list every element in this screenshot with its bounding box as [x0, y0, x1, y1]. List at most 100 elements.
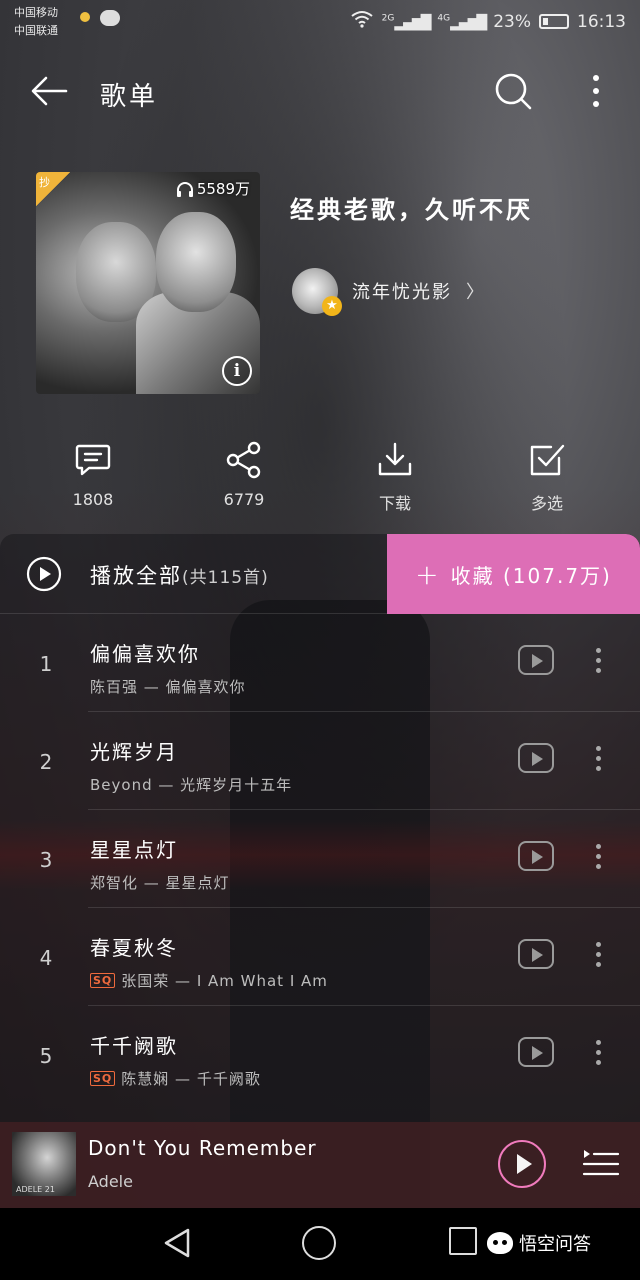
- song-artist-album: 郑智化 — 星星点灯: [90, 874, 230, 892]
- comment-count: 1808: [72, 490, 114, 509]
- mini-play-button[interactable]: [498, 1140, 546, 1188]
- download-label: 下载: [378, 494, 411, 513]
- song-index: 3: [39, 848, 53, 872]
- song-row[interactable]: 5 千千阙歌 SQ 陈慧娴 — 千千阙歌: [0, 1006, 640, 1104]
- more-vertical-icon: [593, 75, 599, 107]
- mv-play-button[interactable]: [518, 645, 554, 675]
- song-row[interactable]: 1 偏偏喜欢你 陈百强 — 偏偏喜欢你: [0, 614, 640, 712]
- song-artist-album: Beyond — 光辉岁月十五年: [90, 776, 293, 794]
- song-title: 偏偏喜欢你: [90, 642, 200, 666]
- action-bar: 1808 6779 下载 多选: [0, 440, 640, 520]
- playlist-title: 经典老歌，久听不厌: [290, 196, 533, 224]
- song-index: 4: [39, 946, 53, 970]
- song-artist-album: 陈慧娴 — 千千阙歌: [121, 1070, 261, 1088]
- creator-link[interactable]: ★ 流年忧光影 〉: [292, 266, 484, 316]
- song-subtitle: Beyond — 光辉岁月十五年: [90, 774, 292, 795]
- mv-play-button[interactable]: [518, 841, 554, 871]
- song-more-button[interactable]: [590, 746, 606, 776]
- play-all-bar: 播放全部(共115首) + 收藏 (107.7万): [0, 534, 640, 614]
- song-row[interactable]: 2 光辉岁月 Beyond — 光辉岁月十五年: [0, 712, 640, 810]
- search-button[interactable]: [490, 68, 536, 114]
- song-index: 5: [39, 1044, 53, 1068]
- song-more-button[interactable]: [590, 1040, 606, 1070]
- song-list: 1 偏偏喜欢你 陈百强 — 偏偏喜欢你 2 光辉岁月 Beyond — 光辉岁月…: [0, 614, 640, 1104]
- mv-play-button[interactable]: [518, 939, 554, 969]
- wifi-icon: [350, 10, 374, 33]
- song-row[interactable]: 4 春夏秋冬 SQ 张国荣 — I Am What I Am: [0, 908, 640, 1006]
- comment-button[interactable]: 1808: [43, 440, 143, 509]
- playlist-queue-button[interactable]: [580, 1146, 620, 1182]
- comment-icon: [75, 444, 111, 476]
- song-subtitle: SQ 陈慧娴 — 千千阙歌: [90, 1068, 261, 1089]
- song-subtitle: SQ 张国荣 — I Am What I Am: [90, 970, 328, 991]
- status-bar: 中国移动 中国联通 2G▂▄▆█ 4G▂▄▆█ 23% 16:13: [0, 0, 640, 44]
- more-button[interactable]: [578, 68, 614, 114]
- song-artist-album: 张国荣 — I Am What I Am: [121, 972, 328, 990]
- battery-icon: [539, 14, 569, 29]
- share-count: 6779: [223, 490, 265, 509]
- play-all-label[interactable]: 播放全部(共115首): [90, 560, 269, 590]
- carrier-2: 中国联通: [14, 24, 58, 37]
- multi-select-button[interactable]: 多选: [497, 440, 597, 514]
- song-title: 星星点灯: [90, 838, 178, 862]
- creator-name: 流年忧光影: [352, 282, 452, 303]
- status-right: 2G▂▄▆█ 4G▂▄▆█ 23% 16:13: [350, 10, 626, 33]
- system-home-button[interactable]: [302, 1226, 336, 1260]
- download-icon: [378, 442, 412, 476]
- play-all-button[interactable]: [26, 556, 62, 592]
- notification-dot-icon: [80, 12, 90, 22]
- now-playing-title: Don't You Remember: [88, 1136, 317, 1160]
- queue-list-icon: [582, 1150, 620, 1176]
- song-title: 千千阙歌: [90, 1034, 178, 1058]
- headphones-icon: [176, 181, 193, 197]
- top-nav: 歌单: [0, 60, 640, 120]
- song-row[interactable]: 3 星星点灯 郑智化 — 星星点灯: [0, 810, 640, 908]
- system-back-button[interactable]: [160, 1226, 194, 1264]
- song-title: 光辉岁月: [90, 740, 178, 764]
- download-button[interactable]: 下载: [345, 440, 445, 514]
- song-title: 春夏秋冬: [90, 936, 178, 960]
- creator-avatar: ★: [292, 268, 342, 316]
- song-more-button[interactable]: [590, 942, 606, 972]
- watermark-logo-icon: [487, 1232, 513, 1254]
- mini-cover-text: ADELE 21: [16, 1185, 55, 1194]
- info-icon[interactable]: i: [222, 356, 252, 386]
- plus-icon: +: [415, 557, 441, 591]
- carrier-1: 中国移动: [14, 6, 58, 19]
- song-more-button[interactable]: [590, 648, 606, 678]
- chevron-right-icon: 〉: [466, 282, 484, 303]
- clock: 16:13: [577, 11, 626, 32]
- mv-play-button[interactable]: [518, 743, 554, 773]
- cover-photo-person-2: [156, 212, 236, 312]
- song-more-button[interactable]: [590, 844, 606, 874]
- song-subtitle: 郑智化 — 星星点灯: [90, 872, 230, 893]
- star-icon: ★: [322, 296, 342, 316]
- now-playing-artist: Adele: [88, 1172, 133, 1191]
- play-circle-icon: [26, 556, 62, 592]
- mini-player-cover[interactable]: ADELE 21: [12, 1132, 76, 1196]
- play-count-value: 5589万: [196, 180, 250, 198]
- message-icon: [100, 10, 120, 26]
- mv-play-button[interactable]: [518, 1037, 554, 1067]
- back-button[interactable]: [26, 68, 72, 114]
- playlist-cover[interactable]: 抄 5589万 i: [36, 172, 260, 394]
- signal-icon-2: 4G▂▄▆█: [437, 12, 487, 31]
- collect-button[interactable]: + 收藏 (107.7万): [387, 534, 640, 614]
- play-count: 5589万: [176, 178, 250, 199]
- sq-badge: SQ: [90, 973, 116, 988]
- play-all-text: 播放全部: [90, 564, 182, 588]
- system-recents-button[interactable]: [449, 1227, 477, 1255]
- watermark: 悟空问答: [487, 1230, 591, 1256]
- song-count: (共115首): [182, 568, 269, 588]
- song-artist-album: 陈百强 — 偏偏喜欢你: [90, 678, 246, 696]
- share-button[interactable]: 6779: [194, 440, 294, 509]
- search-icon: [495, 73, 532, 110]
- watermark-text: 悟空问答: [519, 1234, 591, 1255]
- multi-select-label: 多选: [530, 494, 563, 513]
- mini-player[interactable]: ADELE 21 Don't You Remember Adele: [0, 1122, 640, 1208]
- page-title: 歌单: [100, 82, 159, 112]
- multi-select-icon: [530, 444, 565, 476]
- share-icon: [226, 441, 261, 479]
- sq-badge: SQ: [90, 1071, 116, 1086]
- signal-icon-1: 2G▂▄▆█: [381, 12, 432, 31]
